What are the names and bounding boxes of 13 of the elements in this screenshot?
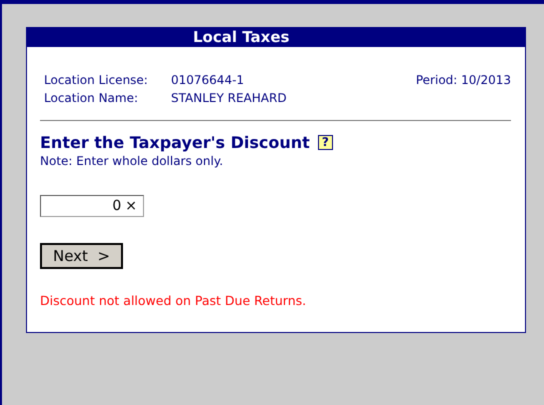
info-label: Location License: <box>44 73 149 87</box>
period-text: Period: 10/2013 <box>416 73 511 89</box>
discount-field[interactable]: 0 × <box>40 195 144 217</box>
error-message: Discount not allowed on Past Due Returns. <box>40 293 308 308</box>
note-text: Note: Enter whole dollars only. <box>40 154 224 168</box>
clear-button[interactable]: × <box>125 198 137 214</box>
help-button[interactable]: ? <box>318 135 333 150</box>
section-heading: Enter the Taxpayer's Discount <box>40 133 310 152</box>
info-label: Location Name: <box>44 91 140 105</box>
info-value: STANLEY REAHARD <box>171 91 287 105</box>
panel-title: Local Taxes <box>27 28 525 47</box>
info-value: 01076644-1 <box>171 73 244 87</box>
next-button[interactable]: Next > <box>40 243 123 269</box>
